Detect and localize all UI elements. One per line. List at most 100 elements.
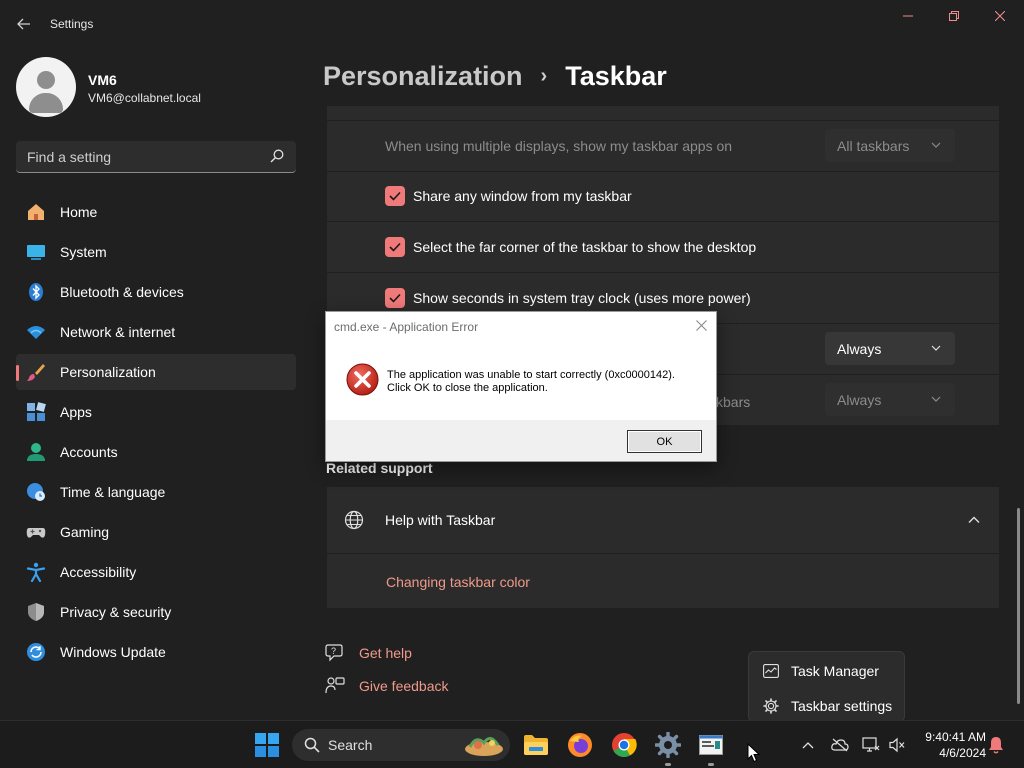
dialog-message-line: The application was unable to start corr… (387, 369, 675, 381)
get-help-link[interactable]: Get help (359, 645, 412, 661)
sidebar-item-label: Personalization (60, 364, 156, 380)
sidebar-item-label: Windows Update (60, 644, 166, 660)
combine-buttons-dropdown[interactable]: Always (825, 332, 955, 365)
application-error-dialog: cmd.exe - Application Error The applicat… (325, 311, 717, 462)
close-button[interactable] (978, 4, 1022, 28)
sidebar-item-time-language[interactable]: Time & language (16, 474, 296, 510)
other-taskbars-label: kbars (716, 394, 751, 410)
breadcrumb-separator: › (540, 64, 548, 87)
volume-tray-icon[interactable] (887, 735, 907, 755)
checkmark-icon (389, 293, 401, 303)
menu-item-taskbar-settings[interactable]: Taskbar settings (749, 688, 906, 723)
menu-item-label: Task Manager (791, 662, 879, 679)
minimize-button[interactable] (886, 4, 930, 28)
sidebar-item-label: Privacy & security (60, 604, 172, 620)
close-icon (695, 320, 707, 331)
clock-globe-icon (26, 482, 46, 502)
show-hidden-icons-button[interactable] (798, 735, 818, 755)
taskbar-search[interactable]: Search (292, 729, 510, 761)
multi-display-dropdown: All taskbars (825, 129, 955, 162)
search-icon (304, 737, 320, 753)
mouse-cursor-icon (747, 743, 761, 763)
chevron-down-icon (931, 345, 941, 351)
wifi-icon (26, 322, 46, 342)
console-window-icon (699, 735, 723, 755)
globe-icon (344, 510, 364, 530)
onedrive-tray-icon[interactable] (830, 735, 850, 755)
changing-taskbar-color-link[interactable]: Changing taskbar color (386, 574, 530, 590)
menu-item-task-manager[interactable]: Task Manager (749, 653, 906, 688)
taskbar-search-label: Search (328, 737, 373, 753)
sidebar-item-system[interactable]: System (16, 234, 296, 270)
sidebar-item-network[interactable]: Network & internet (16, 314, 296, 350)
taskbar-clock[interactable]: 9:40:41 AM 4/6/2024 (914, 729, 986, 761)
vertical-scrollbar[interactable] (1017, 508, 1020, 704)
far-corner-checkbox[interactable] (385, 237, 405, 257)
show-seconds-checkbox[interactable] (385, 288, 405, 308)
bell-icon (989, 737, 1003, 754)
share-window-label: Share any window from my taskbar (413, 188, 632, 204)
back-button[interactable] (10, 10, 38, 38)
svg-text:?: ? (331, 646, 336, 656)
sidebar-item-accounts[interactable]: Accounts (16, 434, 296, 470)
checkmark-icon (389, 242, 401, 252)
brush-icon (26, 362, 46, 382)
taskbar-firefox[interactable] (564, 729, 596, 761)
speaker-muted-icon (889, 737, 905, 753)
monitor-icon (26, 242, 46, 262)
network-tray-icon[interactable] (861, 735, 881, 755)
chevron-up-icon[interactable] (968, 515, 980, 525)
sidebar-item-home[interactable]: Home (16, 194, 296, 230)
title-bar: Settings (0, 0, 1024, 48)
avatar-head (37, 71, 55, 89)
restore-button[interactable] (932, 4, 976, 28)
avatar[interactable] (16, 57, 76, 117)
gear-icon (763, 697, 779, 714)
person-icon (26, 442, 46, 462)
far-corner-label: Select the far corner of the taskbar to … (413, 239, 757, 255)
sidebar-item-bluetooth[interactable]: Bluetooth & devices (16, 274, 296, 310)
share-window-checkbox[interactable] (385, 186, 405, 206)
taskbar-file-explorer[interactable] (520, 729, 552, 761)
avatar-body (29, 93, 63, 113)
sidebar-item-gaming[interactable]: Gaming (16, 514, 296, 550)
breadcrumb: Personalization › Taskbar (323, 58, 667, 94)
sidebar-item-windows-update[interactable]: Windows Update (16, 634, 296, 670)
ok-button[interactable]: OK (627, 430, 702, 453)
taskbar-chrome[interactable] (608, 729, 640, 761)
dialog-footer: OK (326, 420, 716, 461)
update-icon (26, 642, 46, 662)
chevron-up-icon (802, 742, 814, 749)
running-indicator (665, 763, 671, 766)
other-taskbars-dropdown: Always (825, 383, 955, 416)
sidebar-item-label: Gaming (60, 524, 110, 540)
breadcrumb-parent[interactable]: Personalization (323, 61, 523, 92)
sidebar-item-label: Time & language (60, 484, 166, 500)
taskbar-cmd[interactable] (695, 729, 727, 761)
chevron-down-icon (931, 142, 941, 148)
give-feedback-link[interactable]: Give feedback (359, 678, 449, 694)
taskbar-settings[interactable] (652, 729, 684, 761)
sidebar-item-label: Accounts (60, 444, 118, 460)
sidebar-item-apps[interactable]: Apps (16, 394, 296, 430)
search-icon[interactable] (270, 149, 284, 163)
dialog-message-line: Click OK to close the application. (387, 382, 548, 394)
settings-search[interactable] (16, 141, 296, 173)
sidebar-nav: Home System Bluetooth & devices Network … (16, 194, 296, 674)
sidebar-item-personalization[interactable]: Personalization (16, 354, 296, 390)
sidebar-item-accessibility[interactable]: Accessibility (16, 554, 296, 590)
notifications-button[interactable] (986, 735, 1006, 755)
chrome-icon (612, 733, 637, 758)
page-title: Taskbar (565, 60, 667, 91)
minimize-icon (903, 15, 913, 17)
cloud-offline-icon (831, 738, 849, 752)
bluetooth-icon (26, 282, 46, 302)
sidebar-item-label: System (60, 244, 107, 260)
dialog-close-button[interactable] (692, 316, 710, 334)
checkmark-icon (389, 191, 401, 201)
sidebar-item-privacy[interactable]: Privacy & security (16, 594, 296, 630)
start-button[interactable] (251, 729, 283, 761)
sidebar-item-label: Network & internet (60, 324, 176, 340)
chevron-down-icon (931, 396, 941, 402)
search-input[interactable] (16, 141, 261, 172)
